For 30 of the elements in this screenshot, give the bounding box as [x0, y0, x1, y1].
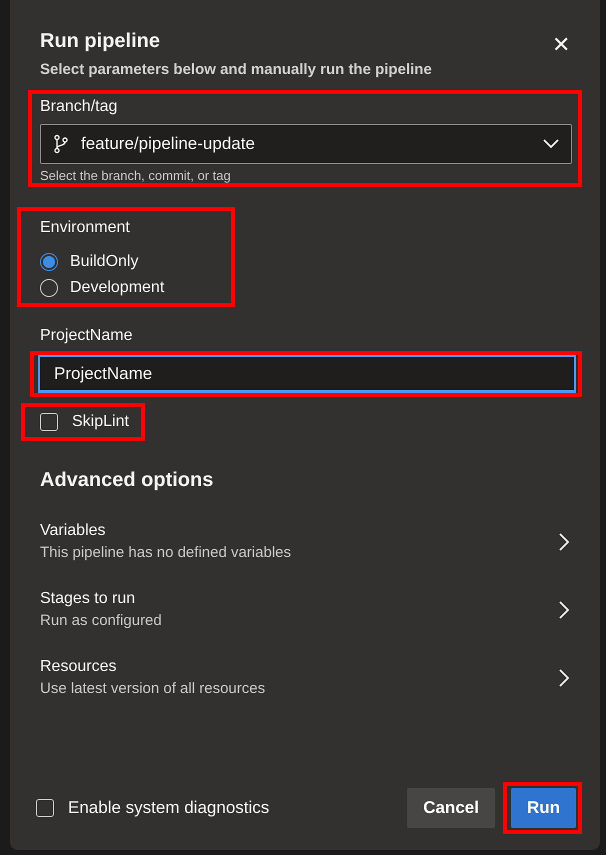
close-button[interactable]: ✕: [542, 30, 580, 60]
option-description: Use latest version of all resources: [40, 680, 266, 697]
run-button[interactable]: Run: [510, 788, 576, 828]
chevron-right-icon: [558, 532, 570, 552]
dialog-subtitle: Select parameters below and manually run the pipeline: [40, 61, 432, 78]
field-hint: Select the branch, commit, or tag: [40, 168, 232, 183]
option-row[interactable]: Variables This pipeline has no defined variables: [30, 512, 580, 571]
section-heading: Advanced options: [40, 469, 214, 492]
field-label: Branch/tag: [40, 98, 118, 116]
option-title: Stages to run: [40, 590, 136, 608]
input-field[interactable]: ProjectName: [38, 355, 576, 393]
option-row[interactable]: Resources Use latest version of all resources: [30, 648, 580, 707]
dialog-title: Run pipeline: [40, 30, 161, 53]
cancel-button[interactable]: Cancel: [407, 788, 495, 828]
option-row[interactable]: Stages to run Run as configured: [30, 580, 580, 639]
option-description: Run as configured: [40, 612, 162, 629]
radio-option[interactable]: BuildOnly: [40, 253, 138, 271]
chevron-right-icon: [558, 600, 570, 620]
option-title: Variables: [40, 522, 107, 540]
checkbox-option[interactable]: Enable system diagnostics: [36, 798, 408, 818]
option-description: This pipeline has no defined variables: [40, 544, 291, 561]
branch-dropdown[interactable]: feature/pipeline-update: [40, 124, 572, 164]
checkbox-option[interactable]: SkipLint: [40, 413, 129, 431]
field-label: Environment: [40, 219, 131, 237]
branch-icon: [53, 134, 69, 154]
option-title: Resources: [40, 658, 118, 676]
field-label: ProjectName: [40, 327, 134, 345]
chevron-down-icon: [543, 139, 559, 149]
chevron-right-icon: [558, 668, 570, 688]
radio-option[interactable]: Development: [40, 279, 164, 297]
